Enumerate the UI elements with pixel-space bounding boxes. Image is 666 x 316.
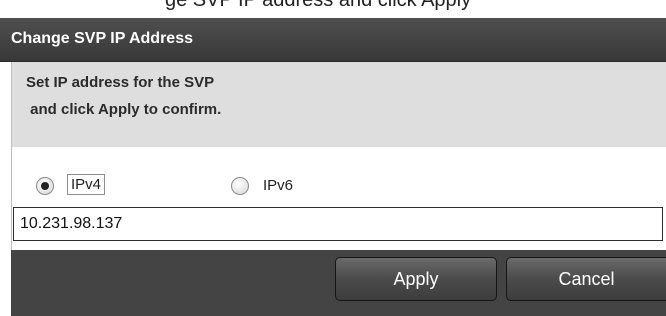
dialog-content: IPv4 IPv6: [11, 147, 666, 250]
cancel-button[interactable]: Cancel: [506, 257, 666, 301]
dialog-title: Change SVP IP Address: [11, 30, 193, 47]
ip-address-input[interactable]: [13, 207, 663, 241]
dialog-titlebar: Change SVP IP Address: [0, 18, 666, 62]
ipv4-radio[interactable]: [36, 177, 54, 195]
background-partial-text: ge SVP IP address and click Apply: [165, 0, 472, 11]
screen: ge SVP IP address and click Apply Change…: [0, 0, 666, 316]
ipv4-label[interactable]: IPv4: [67, 174, 106, 195]
apply-button[interactable]: Apply: [335, 257, 497, 301]
instructions-line-1: Set IP address for the SVP: [26, 74, 215, 91]
instructions-panel: Set IP address for the SVP and click App…: [11, 62, 666, 147]
dialog-footer: Apply Cancel: [11, 250, 666, 316]
ipv6-label[interactable]: IPv6: [263, 177, 293, 194]
background-page-strip: ge SVP IP address and click Apply: [0, 0, 666, 18]
ipv6-radio[interactable]: [231, 177, 249, 195]
instructions-line-2: and click Apply to confirm.: [26, 101, 222, 118]
